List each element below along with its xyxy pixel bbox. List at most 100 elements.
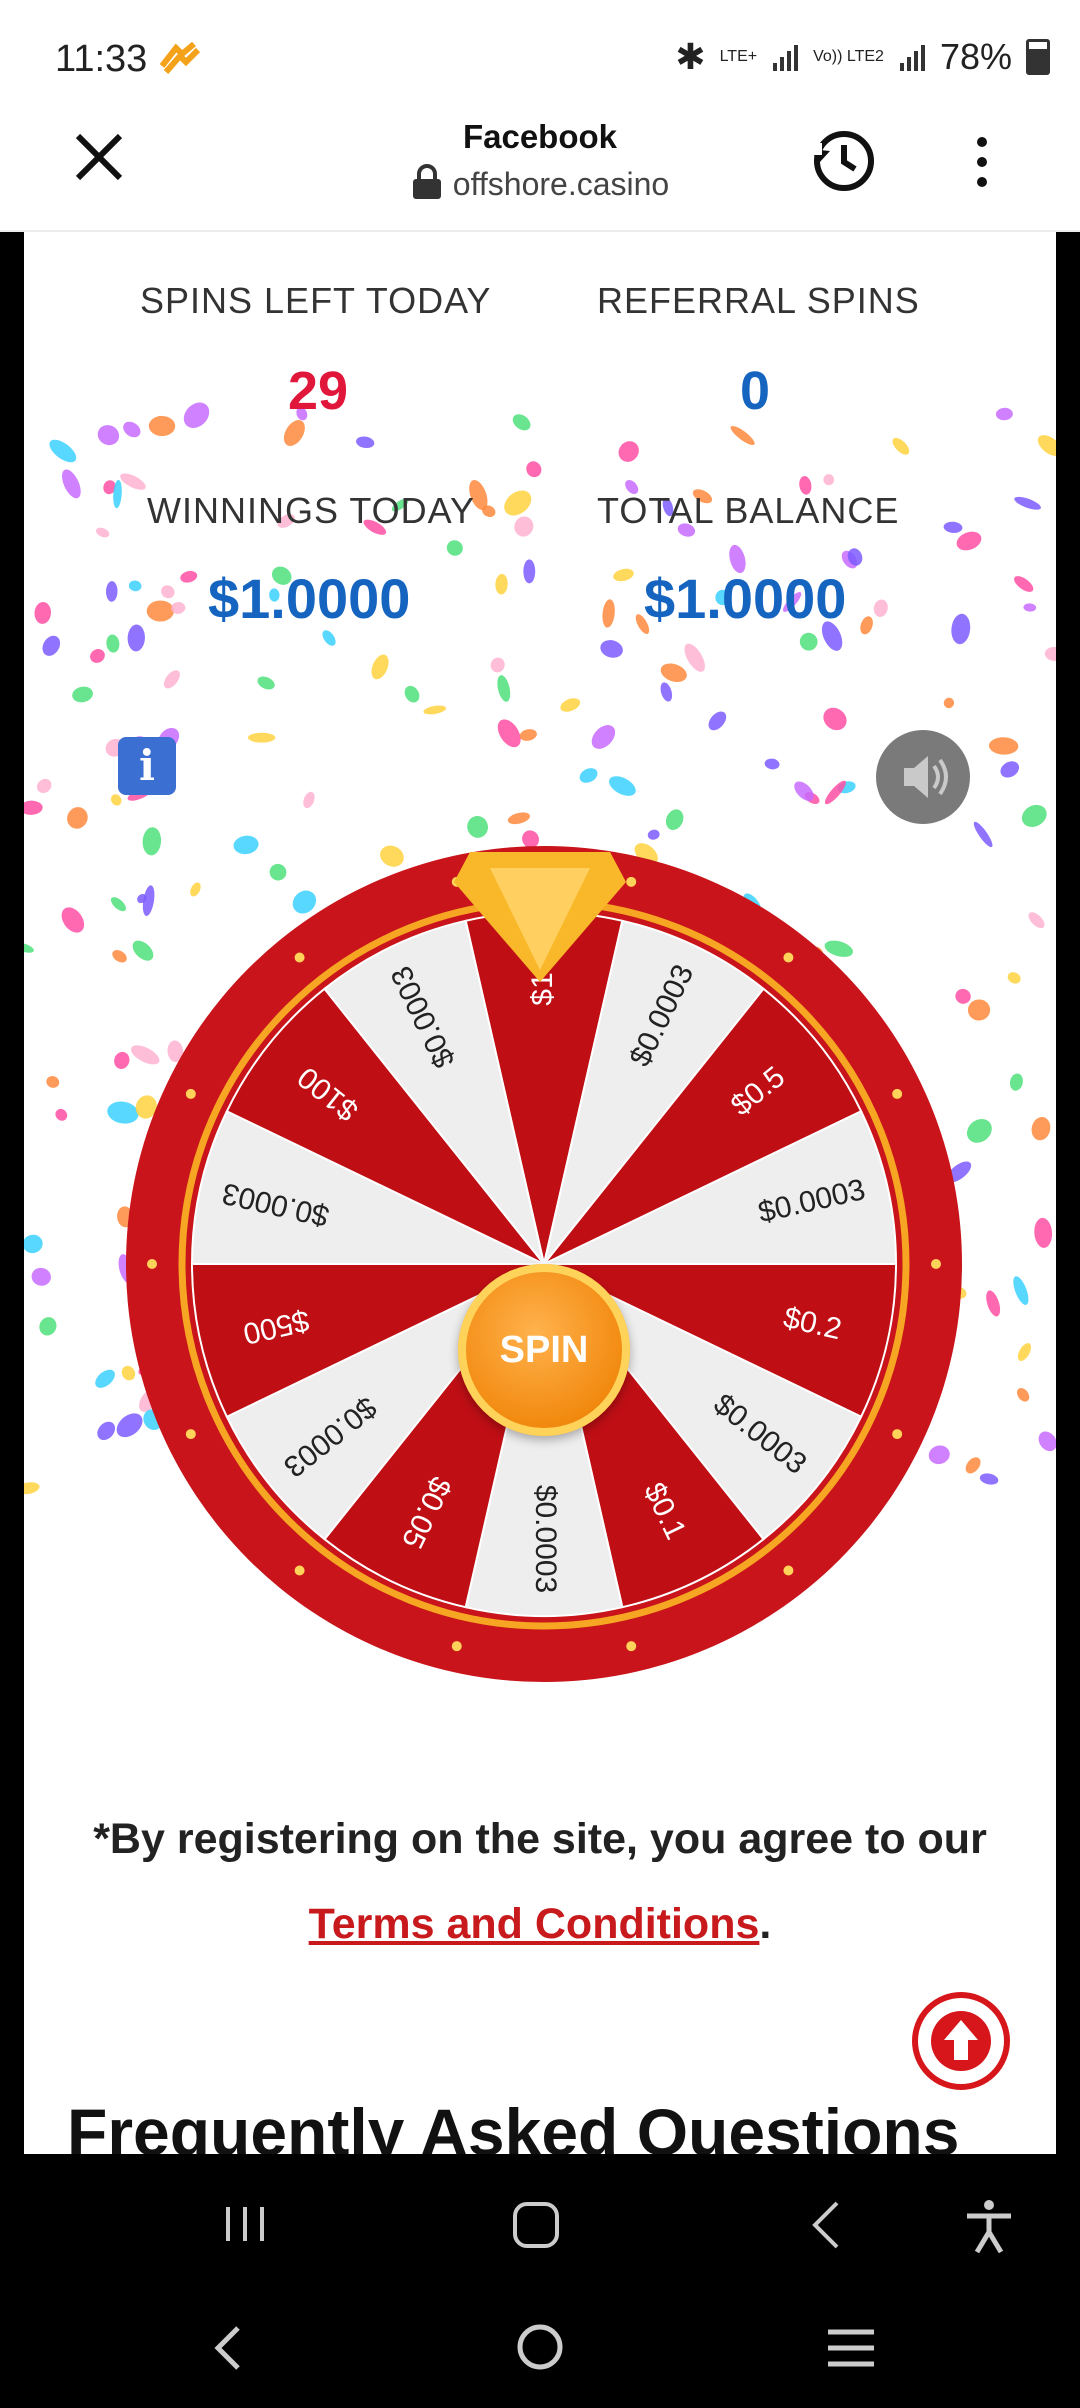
system-navigation-bar — [0, 2294, 1080, 2408]
wheel-bulb — [783, 1565, 794, 1576]
more-options-icon[interactable] — [970, 132, 994, 192]
confetti-piece — [660, 663, 687, 682]
status-icons: ✱ LTE+ Vo)) LTE2 78% — [675, 36, 1050, 78]
confetti-piece — [799, 632, 818, 651]
confetti-piece — [560, 698, 581, 712]
confetti-piece — [46, 1076, 60, 1088]
menu-icon[interactable] — [826, 2326, 876, 2370]
arrow-up-icon — [931, 2011, 991, 2071]
confetti-piece — [110, 794, 122, 806]
terms-suffix: . — [759, 1900, 772, 1948]
confetti-piece — [1023, 603, 1037, 612]
confetti-piece — [1014, 576, 1034, 592]
confetti-piece — [708, 711, 727, 731]
wheel-bulb — [294, 952, 305, 963]
url-bar[interactable]: offshore.casino — [0, 164, 1080, 203]
confetti-piece — [247, 732, 276, 743]
signal-icon-2 — [898, 43, 926, 71]
confetti-piece — [618, 441, 639, 462]
back-icon[interactable] — [208, 2322, 248, 2374]
home-icon[interactable] — [510, 2199, 562, 2251]
confetti-piece — [967, 999, 991, 1021]
confetti-piece — [1016, 1388, 1030, 1402]
confetti-piece — [823, 474, 835, 486]
confetti-piece — [303, 791, 315, 809]
confetti-piece — [497, 719, 521, 748]
confetti-piece — [55, 1108, 68, 1121]
faq-heading: Frequently Asked Questions — [67, 2095, 960, 2154]
confetti-piece — [24, 1482, 40, 1495]
status-bar: 11:33 ✱ LTE+ Vo)) LTE2 78% — [0, 0, 1080, 118]
confetti-piece — [467, 816, 488, 838]
confetti-piece — [684, 643, 705, 672]
spin-button[interactable]: SPIN — [458, 1264, 630, 1436]
confetti-piece — [106, 581, 118, 602]
recent-apps-icon[interactable] — [220, 2199, 270, 2249]
confetti-piece — [106, 634, 120, 653]
url-text: offshore.casino — [452, 166, 670, 202]
volte-label: Vo)) LTE2 — [813, 48, 884, 65]
network-type: LTE+ — [719, 48, 758, 65]
bluetooth-icon: ✱ — [675, 36, 706, 77]
confetti-piece — [526, 461, 542, 478]
confetti-piece — [39, 1317, 57, 1336]
confetti-piece — [1013, 1276, 1029, 1305]
confetti-piece — [512, 414, 531, 431]
confetti-piece — [1000, 761, 1020, 778]
spins-left-value: 29 — [288, 361, 349, 421]
confetti-piece — [1007, 972, 1021, 984]
confetti-piece — [873, 599, 888, 617]
confetti-piece — [356, 436, 375, 449]
confetti-piece — [371, 654, 389, 680]
confetti-piece — [24, 1234, 43, 1254]
wheel-bulb — [147, 1259, 157, 1269]
confetti-piece — [943, 521, 963, 533]
confetti-piece — [1028, 912, 1045, 929]
sound-button[interactable] — [876, 730, 970, 824]
confetti-piece — [1038, 1431, 1056, 1452]
history-icon[interactable] — [808, 125, 878, 195]
confetti-piece — [97, 1421, 116, 1441]
confetti-piece — [1021, 804, 1047, 827]
info-button[interactable]: i — [118, 737, 176, 795]
confetti-piece — [72, 686, 93, 703]
referral-spins-label: REFERRAL SPINS — [597, 280, 920, 321]
lock-icon — [412, 164, 441, 199]
confetti-piece — [97, 425, 120, 446]
confetti-piece — [823, 707, 847, 731]
confetti-piece — [579, 768, 598, 783]
accessibility-icon[interactable] — [963, 2198, 1015, 2254]
confetti-piece — [1031, 1116, 1051, 1141]
confetti-piece — [183, 402, 210, 428]
confetti-piece — [123, 421, 141, 438]
confetti-piece — [163, 670, 180, 689]
wheel-bulb — [185, 1088, 196, 1099]
confetti-piece — [497, 675, 511, 702]
confetti-piece — [647, 829, 660, 840]
confetti-piece — [979, 1473, 999, 1485]
confetti-piece — [504, 490, 532, 516]
confetti-piece — [404, 685, 420, 703]
confetti-piece — [120, 473, 146, 490]
confetti-piece — [495, 573, 508, 595]
battery-level: 78% — [939, 36, 1012, 77]
confetti-piece — [257, 676, 275, 690]
web-page: SPINS LEFT TODAY 29 REFERRAL SPINS 0 WIN… — [24, 232, 1056, 2154]
total-balance-label: TOTAL BALANCE — [597, 490, 900, 531]
confetti-piece — [602, 599, 615, 628]
scroll-top-button[interactable] — [912, 1992, 1010, 2090]
confetti-piece — [24, 800, 43, 815]
terms-link[interactable]: Terms and Conditions — [309, 1900, 760, 1948]
home-icon[interactable] — [515, 2322, 565, 2372]
confetti-piece — [988, 737, 1019, 755]
confetti-piece — [943, 697, 955, 709]
spins-left-label: SPINS LEFT TODAY — [140, 280, 492, 321]
confetti-piece — [613, 568, 634, 582]
confetti-piece — [951, 613, 971, 645]
confetti-piece — [49, 439, 77, 463]
back-icon[interactable] — [805, 2199, 845, 2251]
app-navigation-bar — [0, 2154, 1080, 2294]
confetti-piece — [95, 527, 110, 538]
confetti-piece — [24, 943, 34, 953]
confetti-piece — [1037, 435, 1056, 456]
